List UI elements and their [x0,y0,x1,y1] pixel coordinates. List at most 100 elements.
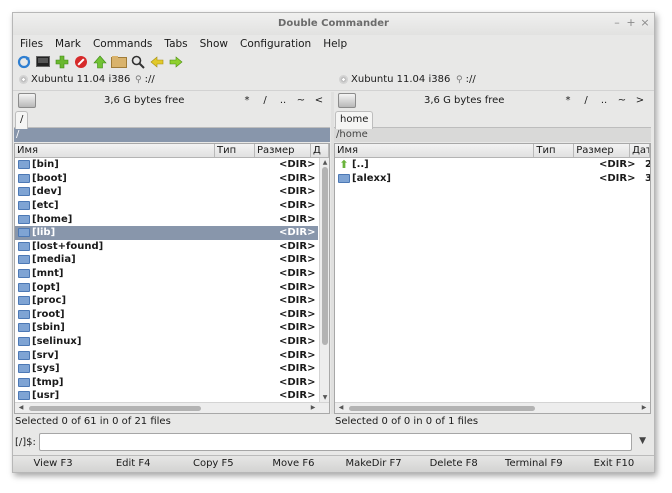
view-button[interactable]: View F3 [13,456,93,472]
table-row[interactable]: [usr] <DIR> [15,389,318,402]
right-file-list[interactable]: Имя Тип Размер Дат ⬆[..]<DIR>2[alexx]<DI… [334,143,651,414]
table-row[interactable]: ⬆[..]<DIR>2 [335,158,650,172]
move-button[interactable]: Move F6 [253,456,333,472]
table-row[interactable]: [home] <DIR> [15,212,318,226]
left-network-button[interactable]: ⚲ :// [135,74,155,85]
copy-button[interactable]: Copy F5 [173,456,253,472]
makedir-button[interactable]: MakeDir F7 [334,456,414,472]
left-horizontal-scrollbar[interactable]: ◀ ▶ [15,402,329,413]
chevron-down-icon[interactable]: ▼ [639,436,646,446]
right-nav-buttons: * / .. ~ > [559,95,649,106]
folder-icon[interactable] [111,54,127,70]
menu-help[interactable]: Help [317,38,353,50]
menu-mark[interactable]: Mark [49,38,87,50]
maximize-icon[interactable]: + [624,16,638,29]
table-row[interactable]: [etc] <DIR> [15,199,318,213]
file-name: [media] [32,254,76,266]
right-network-button[interactable]: ⚲ :// [456,74,476,85]
refresh-icon[interactable] [16,54,32,70]
command-input[interactable] [39,433,632,451]
forward-icon[interactable] [168,54,184,70]
table-row[interactable]: [srv] <DIR> [15,348,318,362]
menu-bar: Files Mark Commands Tabs Show Configurat… [13,35,654,52]
scroll-right-icon[interactable]: ▶ [639,404,649,411]
left-nav-up[interactable]: .. [274,95,292,106]
table-row[interactable]: [sys] <DIR> [15,362,318,376]
right-tab-home[interactable]: home [335,111,374,129]
menu-show[interactable]: Show [194,38,234,50]
edit-button[interactable]: Edit F4 [93,456,173,472]
close-icon[interactable]: × [638,16,652,29]
left-nav-home[interactable]: ~ [292,95,310,106]
right-hscroll-thumb[interactable] [349,406,535,411]
table-row[interactable]: [alexx]<DIR>3 [335,172,650,186]
menu-configuration[interactable]: Configuration [234,38,317,50]
search-icon[interactable] [130,54,146,70]
right-drive-button[interactable]: Xubuntu 11.04 i386 [339,74,450,85]
right-nav-slash[interactable]: / [577,95,595,106]
menu-tabs[interactable]: Tabs [158,38,193,50]
file-name: [bin] [32,159,59,171]
left-tab-root[interactable]: / [15,111,29,129]
table-row[interactable]: [opt] <DIR> [15,280,318,294]
left-file-list[interactable]: Имя Тип Размер Д [bin] <DIR> [boot] <DIR> [d… [14,143,330,414]
scroll-up-icon[interactable]: ▲ [320,159,329,166]
left-drive-button[interactable]: Xubuntu 11.04 i386 [19,74,130,85]
home-icon[interactable] [92,54,108,70]
table-row[interactable]: [mnt] <DIR> [15,267,318,281]
left-nav-slash[interactable]: / [256,95,274,106]
exit-button[interactable]: Exit F10 [574,456,654,472]
left-col-name[interactable]: Имя [15,144,215,157]
file-size: <DIR> [279,349,316,361]
table-row[interactable]: [bin] <DIR> [15,158,318,172]
right-col-type[interactable]: Тип [534,144,575,157]
menu-files[interactable]: Files [14,38,49,50]
left-vertical-scrollbar[interactable]: ▲ ▼ [319,158,329,402]
left-col-size[interactable]: Размер [255,144,311,157]
scroll-left-icon[interactable]: ◀ [16,404,26,411]
menu-commands[interactable]: Commands [87,38,158,50]
scroll-left-icon[interactable]: ◀ [336,404,346,411]
table-row[interactable]: [boot] <DIR> [15,172,318,186]
left-vscroll-thumb[interactable] [322,167,328,345]
right-nav-up[interactable]: .. [595,95,613,106]
right-nav-home[interactable]: ~ [613,95,631,106]
right-path-bar[interactable]: /home [334,128,651,142]
terminal-button[interactable]: Terminal F9 [494,456,574,472]
add-icon[interactable] [54,54,70,70]
delete-button[interactable]: Delete F8 [414,456,494,472]
table-row[interactable]: [root] <DIR> [15,308,318,322]
table-row[interactable]: [media] <DIR> [15,253,318,267]
file-size: <DIR> [279,295,316,307]
right-nav-next[interactable]: > [631,95,649,106]
file-name: [lost+found] [32,240,104,252]
table-row[interactable]: [dev] <DIR> [15,185,318,199]
left-hscroll-thumb[interactable] [29,406,201,411]
table-row[interactable]: [selinux] <DIR> [15,335,318,349]
folder-icon [18,337,30,347]
stop-icon[interactable] [73,54,89,70]
table-row[interactable]: [tmp] <DIR> [15,376,318,390]
minimize-icon[interactable]: – [610,16,624,29]
file-size: <DIR> [279,213,316,225]
table-row[interactable]: [lost+found] <DIR> [15,240,318,254]
left-col-date[interactable]: Д [311,144,329,157]
table-row[interactable]: [lib] <DIR> [15,225,318,240]
right-col-name[interactable]: Имя [335,144,535,157]
scroll-down-icon[interactable]: ▼ [320,394,329,401]
right-horizontal-scrollbar[interactable]: ◀ ▶ [335,402,650,413]
back-icon[interactable] [149,54,165,70]
left-col-type[interactable]: Тип [215,144,255,157]
table-row[interactable]: [proc] <DIR> [15,294,318,308]
left-path-bar[interactable]: / [14,128,330,142]
left-nav-prev[interactable]: < [310,95,328,106]
scroll-right-icon[interactable]: ▶ [308,404,318,411]
command-prompt: [/]$: [15,437,36,448]
right-col-size[interactable]: Размер [574,144,631,157]
table-row[interactable]: [sbin] <DIR> [15,321,318,335]
left-nav-root[interactable]: * [238,95,256,106]
right-col-date[interactable]: Дат [630,144,650,157]
right-nav-root[interactable]: * [559,95,577,106]
terminal-icon[interactable] [35,54,51,70]
folder-icon [18,255,30,265]
